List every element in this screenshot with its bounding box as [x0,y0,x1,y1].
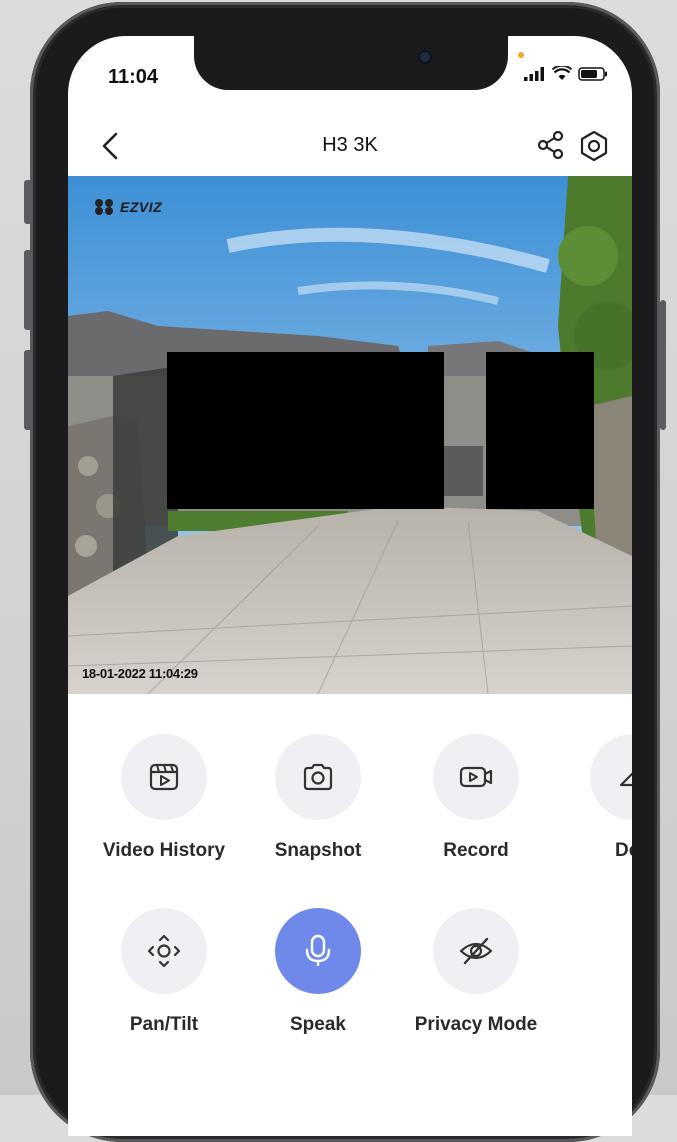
definition-icon [619,772,632,787]
video-record-icon [459,766,493,788]
notch [194,36,508,90]
video-history-label: Video History [102,840,226,861]
snapshot-button[interactable]: Snapshot [243,734,393,862]
definition-circle [590,734,632,820]
camera-icon [303,763,333,791]
pan-tilt-button[interactable]: Pan/Tilt [89,908,239,1036]
video-timestamp: 18-01-2022 11:04:29 [82,666,198,681]
record-button[interactable]: Record [401,734,551,862]
status-time: 11:04 [108,66,159,88]
record-label: Record [443,840,509,861]
pan-tilt-circle [121,908,207,994]
gear-icon[interactable] [578,130,610,162]
record-circle [433,734,519,820]
ezviz-logo-icon [95,199,113,215]
privacy-indicator-dot [518,52,524,58]
privacy-mode-circle [433,908,519,994]
privacy-mode-label: Privacy Mode [414,1014,538,1035]
phone-side-button [24,180,32,224]
snapshot-circle [275,734,361,820]
privacy-mode-button[interactable]: Privacy Mode [401,908,551,1036]
control-panel: Video History Snapshot Record D Pan/Tilt… [68,696,632,1136]
speak-circle [275,908,361,994]
speak-button[interactable]: Speak [243,908,393,1036]
status-icons [524,66,608,81]
definition-label: Defi [615,840,632,861]
share-icon[interactable] [536,130,566,160]
eye-off-icon [459,937,493,965]
video-history-button[interactable]: Video History [89,734,239,862]
battery-icon [578,66,607,81]
definition-button[interactable]: Defi [558,734,632,862]
app-screen: 11:04 H3 3K EZVIZ 18-01-2022 11:04:29 Vi… [68,36,632,1136]
phone-power-button [660,300,666,430]
snapshot-label: Snapshot [274,840,362,861]
speak-label: Speak [290,1014,346,1035]
brand-logo: EZVIZ [94,198,162,216]
wifi-icon [552,66,572,80]
video-history-icon [149,763,179,791]
phone-volume-up [24,250,32,330]
video-frame-image [68,176,632,694]
live-video-feed[interactable]: EZVIZ 18-01-2022 11:04:29 [68,176,632,694]
nav-bar: H3 3K [68,122,632,172]
pan-tilt-label: Pan/Tilt [129,1014,199,1035]
cellular-signal-icon [524,66,544,81]
phone-volume-down [24,350,32,430]
video-history-circle [121,734,207,820]
brand-name: EZVIZ [120,199,163,215]
pan-tilt-icon [147,934,181,968]
front-camera [420,52,430,62]
microphone-icon [305,934,331,966]
